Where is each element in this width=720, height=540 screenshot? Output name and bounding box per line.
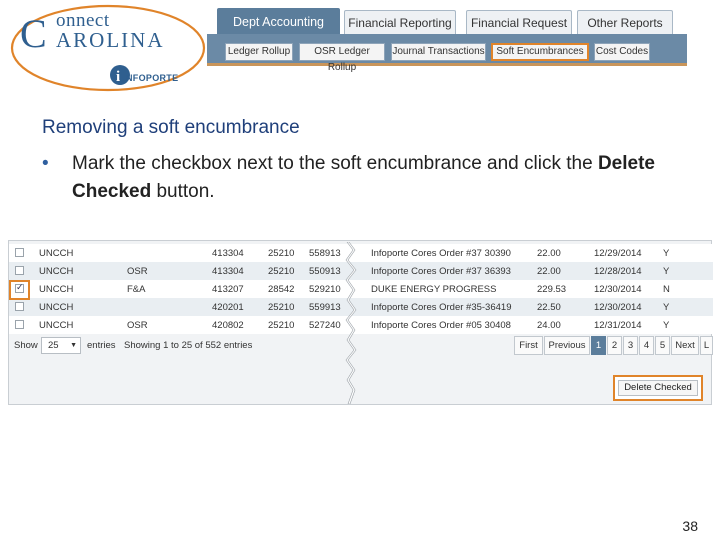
tab-dept-accounting[interactable]: Dept Accounting [217, 8, 340, 35]
cell-date: 12/30/2014 [594, 302, 642, 313]
svg-text:i: i [116, 69, 120, 85]
cell-amount: 24.00 [537, 320, 561, 331]
pager-last-button[interactable]: L [700, 336, 713, 355]
sub-nav-bar: Ledger Rollup OSR Ledger Rollup Journal … [207, 34, 687, 73]
pager-page-1-button[interactable]: 1 [591, 336, 606, 355]
cell-flag: Y [663, 320, 670, 331]
entries-per-page-value: 25 [48, 340, 59, 351]
cell-amount: 22.50 [537, 302, 561, 313]
cell-ref: 558913 [309, 248, 341, 259]
cell-code: 25210 [268, 302, 295, 313]
entries-label: entries [87, 340, 116, 351]
cell-amount: 229.53 [537, 284, 567, 295]
cell-flag: Y [663, 248, 670, 259]
row-checkbox[interactable] [15, 320, 24, 329]
pager-previous-button[interactable]: Previous [544, 336, 590, 355]
cell-amount: 22.00 [537, 248, 561, 259]
bullet-dot-icon: • [42, 153, 49, 174]
bullet-text-part: button. [151, 181, 215, 202]
svg-text:C: C [20, 11, 47, 56]
row-checkbox[interactable] [15, 266, 24, 275]
cell-description: Infoporte Cores Order #37 30390 [371, 248, 511, 259]
dropdown-caret-icon: ▼ [70, 342, 77, 349]
cell-flag: N [663, 284, 670, 295]
subtab-journal-transactions[interactable]: Journal Transactions [391, 43, 486, 61]
connect-carolina-logo: C i onnect AROLINA NFOPORTE [8, 2, 208, 100]
pager-page-4-button[interactable]: 4 [639, 336, 654, 355]
cell-description: Infoporte Cores Order #35-36419 [371, 302, 512, 313]
pager-page-5-button[interactable]: 5 [655, 336, 670, 355]
cell-account: 413207 [212, 284, 244, 295]
slide-heading: Removing a soft encumbrance [42, 117, 300, 138]
cell-ref: 529210 [309, 284, 341, 295]
cell-code: 25210 [268, 266, 295, 277]
subtab-cost-codes[interactable]: Cost Codes [594, 43, 650, 61]
cell-type: F&A [127, 284, 146, 295]
entries-per-page-select[interactable]: 25 ▼ [41, 337, 81, 354]
checkbox-highlight-box [9, 280, 30, 300]
cell-ref: 559913 [309, 302, 341, 313]
cell-description: Infoporte Cores Order #05 30408 [371, 320, 511, 331]
cell-description: Infoporte Cores Order #37 36393 [371, 266, 511, 277]
cell-code: 28542 [268, 284, 295, 295]
cell-date: 12/29/2014 [594, 248, 642, 259]
subtab-soft-encumbrances[interactable]: Soft Encumbrances [491, 43, 589, 61]
show-label: Show [14, 340, 38, 351]
delete-checked-highlight: Delete Checked [613, 375, 703, 401]
cell-entity: UNCCH [39, 320, 74, 331]
subtab-osr-ledger-rollup[interactable]: OSR Ledger Rollup [299, 43, 385, 73]
cell-account: 413304 [212, 248, 244, 259]
cell-account: 413304 [212, 266, 244, 277]
cell-description: DUKE ENERGY PROGRESS [371, 284, 497, 295]
cell-ref: 550913 [309, 266, 341, 277]
cell-date: 12/31/2014 [594, 320, 642, 331]
subtab-ledger-rollup[interactable]: Ledger Rollup [225, 43, 293, 61]
main-nav-tabs: Dept Accounting Financial Reporting Fina… [207, 8, 687, 35]
cell-type: OSR [127, 320, 148, 331]
cell-entity: UNCCH [39, 302, 74, 313]
row-checkbox[interactable] [15, 302, 24, 311]
logo-infoporte-text: NFOPORTE [126, 73, 179, 83]
cell-flag: Y [663, 302, 670, 313]
cell-date: 12/28/2014 [594, 266, 642, 277]
logo-carolina-text: AROLINA [56, 28, 165, 52]
cell-entity: UNCCH [39, 266, 74, 277]
cell-entity: UNCCH [39, 248, 74, 259]
bullet-text: Mark the checkbox next to the soft encum… [72, 150, 712, 206]
slide-page-number: 38 [682, 518, 698, 534]
cell-code: 25210 [268, 248, 295, 259]
pager-page-2-button[interactable]: 2 [607, 336, 622, 355]
pagination-info: Showing 1 to 25 of 552 entries [124, 340, 253, 351]
tab-financial-reporting[interactable]: Financial Reporting [344, 10, 456, 35]
delete-checked-button[interactable]: Delete Checked [618, 380, 698, 396]
tab-other-reports[interactable]: Other Reports [577, 10, 673, 35]
cell-entity: UNCCH [39, 284, 74, 295]
cell-date: 12/30/2014 [594, 284, 642, 295]
cell-code: 25210 [268, 320, 295, 331]
cell-account: 420802 [212, 320, 244, 331]
tab-financial-request[interactable]: Financial Request [466, 10, 572, 35]
cell-amount: 22.00 [537, 266, 561, 277]
pager-first-button[interactable]: First [514, 336, 543, 355]
torn-edge-divider [345, 242, 357, 404]
row-checkbox[interactable] [15, 248, 24, 257]
pager-page-3-button[interactable]: 3 [623, 336, 638, 355]
cell-ref: 527240 [309, 320, 341, 331]
cell-account: 420201 [212, 302, 244, 313]
bullet-text-part: Mark the checkbox next to the soft encum… [72, 153, 598, 174]
cell-type: OSR [127, 266, 148, 277]
pager-next-button[interactable]: Next [671, 336, 699, 355]
cell-flag: Y [663, 266, 670, 277]
